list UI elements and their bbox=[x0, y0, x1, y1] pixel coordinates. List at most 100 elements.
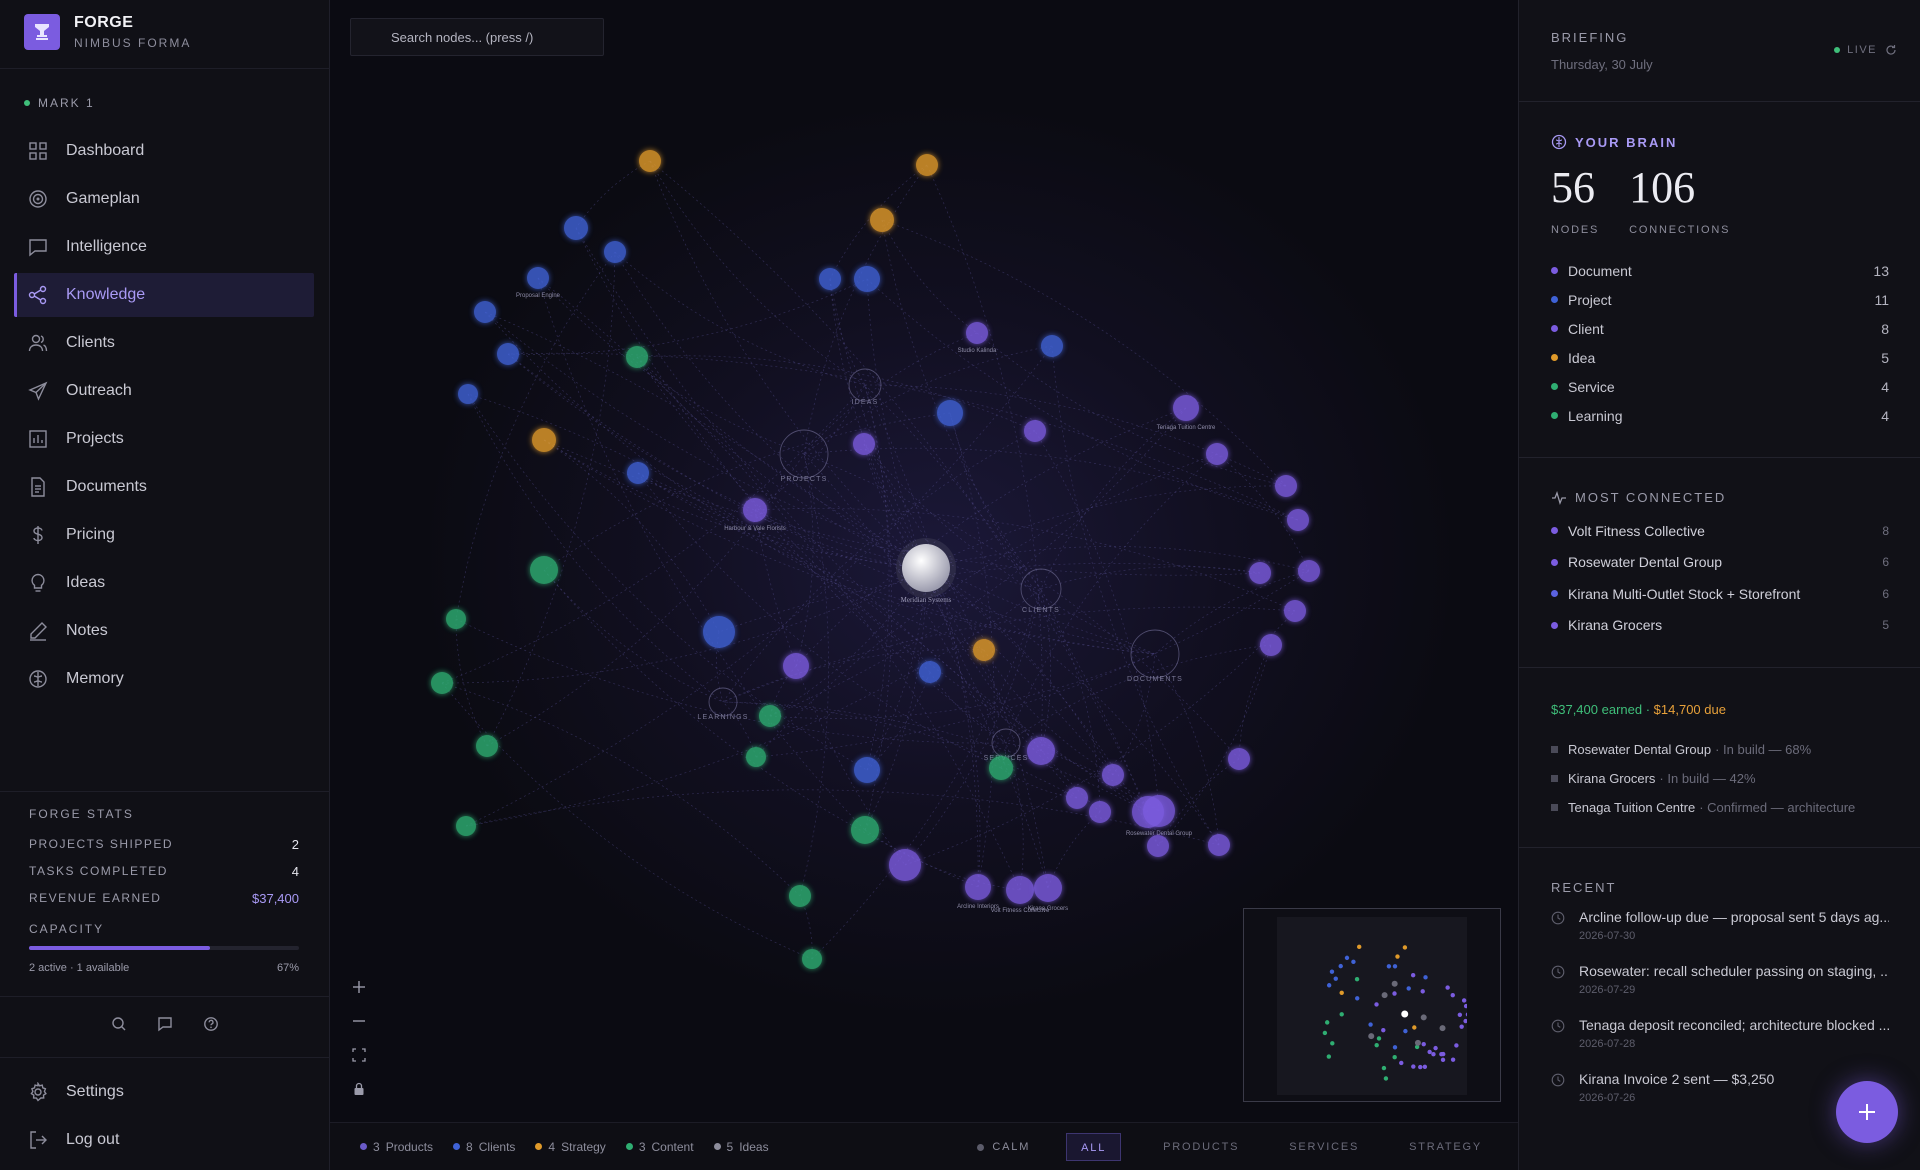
zoom-out-icon[interactable] bbox=[344, 1004, 374, 1038]
graph-node-project[interactable] bbox=[604, 241, 626, 263]
graph-node-service[interactable] bbox=[851, 816, 879, 844]
graph-node-idea[interactable] bbox=[973, 639, 995, 661]
graph-node-document[interactable] bbox=[1027, 737, 1055, 765]
graph-node-project[interactable] bbox=[854, 266, 880, 292]
graph-node-project[interactable] bbox=[627, 462, 649, 484]
graph-node-service[interactable] bbox=[476, 735, 498, 757]
recent-item[interactable]: Tenaga deposit reconciled; architecture … bbox=[1551, 1017, 1889, 1071]
project-row[interactable]: Kirana Grocers · In build — 42% bbox=[1551, 764, 1889, 793]
graph-node-project[interactable] bbox=[1041, 335, 1063, 357]
calm-mode-toggle[interactable]: CALM bbox=[977, 1141, 1030, 1153]
nav-item-intelligence[interactable]: Intelligence bbox=[14, 225, 314, 269]
legend-item[interactable]: 3 Content bbox=[625, 1140, 694, 1154]
graph-node-service[interactable] bbox=[759, 705, 781, 727]
cluster-projects[interactable]: PROJECTS bbox=[779, 429, 829, 483]
graph-node-project[interactable] bbox=[703, 616, 735, 648]
graph-node-document[interactable] bbox=[1024, 420, 1046, 442]
cluster-learnings[interactable]: LEARNINGS bbox=[697, 687, 748, 721]
search-nodes-input[interactable] bbox=[350, 18, 604, 56]
graph-node-document[interactable] bbox=[1066, 787, 1088, 809]
node-type-row[interactable]: Client 8 bbox=[1551, 314, 1889, 343]
graph-node-document[interactable] bbox=[1206, 443, 1228, 465]
node-type-row[interactable]: Document 13 bbox=[1551, 256, 1889, 285]
cluster-clients[interactable]: CLIENTS bbox=[1020, 568, 1062, 614]
filter-tab-services[interactable]: SERVICES bbox=[1275, 1133, 1373, 1161]
graph-node-document[interactable] bbox=[1147, 835, 1169, 857]
legend-item[interactable]: 3 Products bbox=[360, 1140, 433, 1154]
graph-node-service[interactable] bbox=[530, 556, 558, 584]
graph-node-service[interactable] bbox=[989, 756, 1013, 780]
graph-node-document[interactable] bbox=[1287, 509, 1309, 531]
graph-node-document[interactable] bbox=[1298, 560, 1320, 582]
graph-node-service[interactable] bbox=[446, 609, 466, 629]
chat-icon[interactable] bbox=[155, 1014, 175, 1034]
graph-node-document[interactable]: Studio Kalinda bbox=[958, 322, 997, 354]
graph-node-project[interactable] bbox=[854, 757, 880, 783]
graph-node-service[interactable] bbox=[431, 672, 453, 694]
graph-node-document[interactable] bbox=[1275, 475, 1297, 497]
node-type-row[interactable]: Service 4 bbox=[1551, 372, 1889, 401]
project-row[interactable]: Rosewater Dental Group · In build — 68% bbox=[1551, 735, 1889, 764]
graph-node-idea[interactable] bbox=[532, 428, 556, 452]
nav-item-clients[interactable]: Clients bbox=[14, 321, 314, 365]
legend-item[interactable]: 5 Ideas bbox=[713, 1140, 769, 1154]
graph-node-document[interactable] bbox=[1284, 600, 1306, 622]
nav-item-memory[interactable]: Memory bbox=[14, 657, 314, 701]
graph-node-service[interactable] bbox=[456, 816, 476, 836]
refresh-icon[interactable] bbox=[1885, 44, 1897, 56]
graph-node-document[interactable] bbox=[1102, 764, 1124, 786]
filter-tab-all[interactable]: ALL bbox=[1066, 1133, 1122, 1161]
graph-node-document[interactable]: Tenaga Tuition Centre bbox=[1157, 395, 1216, 431]
nav-item-documents[interactable]: Documents bbox=[14, 465, 314, 509]
zoom-in-icon[interactable] bbox=[344, 970, 374, 1004]
graph-node-project[interactable] bbox=[819, 268, 841, 290]
filter-tab-strategy[interactable]: STRATEGY bbox=[1395, 1133, 1496, 1161]
project-row[interactable]: Tenaga Tuition Centre · Confirmed — archi… bbox=[1551, 793, 1889, 822]
graph-node-service[interactable] bbox=[802, 949, 822, 969]
graph-node-idea[interactable] bbox=[870, 208, 894, 232]
live-indicator[interactable]: LIVE bbox=[1834, 44, 1897, 56]
graph-node-document[interactable] bbox=[1228, 748, 1250, 770]
graph-node-document[interactable] bbox=[1208, 834, 1230, 856]
fit-view-icon[interactable] bbox=[344, 1038, 374, 1072]
graph-node-idea[interactable] bbox=[916, 154, 938, 176]
nav-item-dashboard[interactable]: Dashboard bbox=[14, 129, 314, 173]
graph-node-idea[interactable] bbox=[639, 150, 661, 172]
graph-node-service[interactable] bbox=[626, 346, 648, 368]
minimap[interactable] bbox=[1243, 908, 1501, 1102]
search-icon[interactable] bbox=[109, 1014, 129, 1034]
graph-node-document[interactable] bbox=[1089, 801, 1111, 823]
graph-node-center[interactable]: Meridian Systems bbox=[896, 538, 956, 604]
add-button[interactable] bbox=[1836, 1081, 1898, 1143]
nav-item-outreach[interactable]: Outreach bbox=[14, 369, 314, 413]
graph-node-project[interactable] bbox=[919, 661, 941, 683]
cluster-ideas[interactable]: IDEAS bbox=[848, 368, 882, 406]
filter-tab-products[interactable]: PRODUCTS bbox=[1149, 1133, 1253, 1161]
graph-node-document[interactable] bbox=[1249, 562, 1271, 584]
graph-node-project[interactable] bbox=[474, 301, 496, 323]
knowledge-graph[interactable]: IDEASPROJECTSCLIENTSDOCUMENTSLEARNINGSSE… bbox=[330, 0, 1518, 1122]
node-type-row[interactable]: Project 11 bbox=[1551, 285, 1889, 314]
settings-button[interactable]: Settings bbox=[14, 1070, 314, 1114]
graph-node-project[interactable] bbox=[564, 216, 588, 240]
most-connected-item[interactable]: Rosewater Dental Group 6 bbox=[1551, 547, 1889, 579]
node-type-row[interactable]: Learning 4 bbox=[1551, 401, 1889, 430]
most-connected-item[interactable]: Kirana Grocers 5 bbox=[1551, 610, 1889, 642]
graph-node-project[interactable] bbox=[937, 400, 963, 426]
lock-icon[interactable] bbox=[344, 1072, 374, 1106]
help-icon[interactable] bbox=[201, 1014, 221, 1034]
brand[interactable]: FORGE NIMBUS FORMA bbox=[24, 14, 191, 50]
legend-item[interactable]: 4 Strategy bbox=[535, 1140, 606, 1154]
node-type-row[interactable]: Idea 5 bbox=[1551, 343, 1889, 372]
graph-node-service[interactable] bbox=[746, 747, 766, 767]
most-connected-item[interactable]: Volt Fitness Collective 8 bbox=[1551, 515, 1889, 547]
graph-node-document[interactable] bbox=[853, 433, 875, 455]
graph-node-project[interactable] bbox=[497, 343, 519, 365]
graph-node-document[interactable]: Kirana Grocers bbox=[1028, 874, 1068, 912]
graph-node-project[interactable] bbox=[458, 384, 478, 404]
nav-item-knowledge[interactable]: Knowledge bbox=[14, 273, 314, 317]
graph-node-document[interactable] bbox=[1260, 634, 1282, 656]
graph-node-document[interactable] bbox=[783, 653, 809, 679]
recent-item[interactable]: Arcline follow-up due — proposal sent 5 … bbox=[1551, 909, 1889, 963]
graph-node-document[interactable] bbox=[889, 849, 921, 881]
